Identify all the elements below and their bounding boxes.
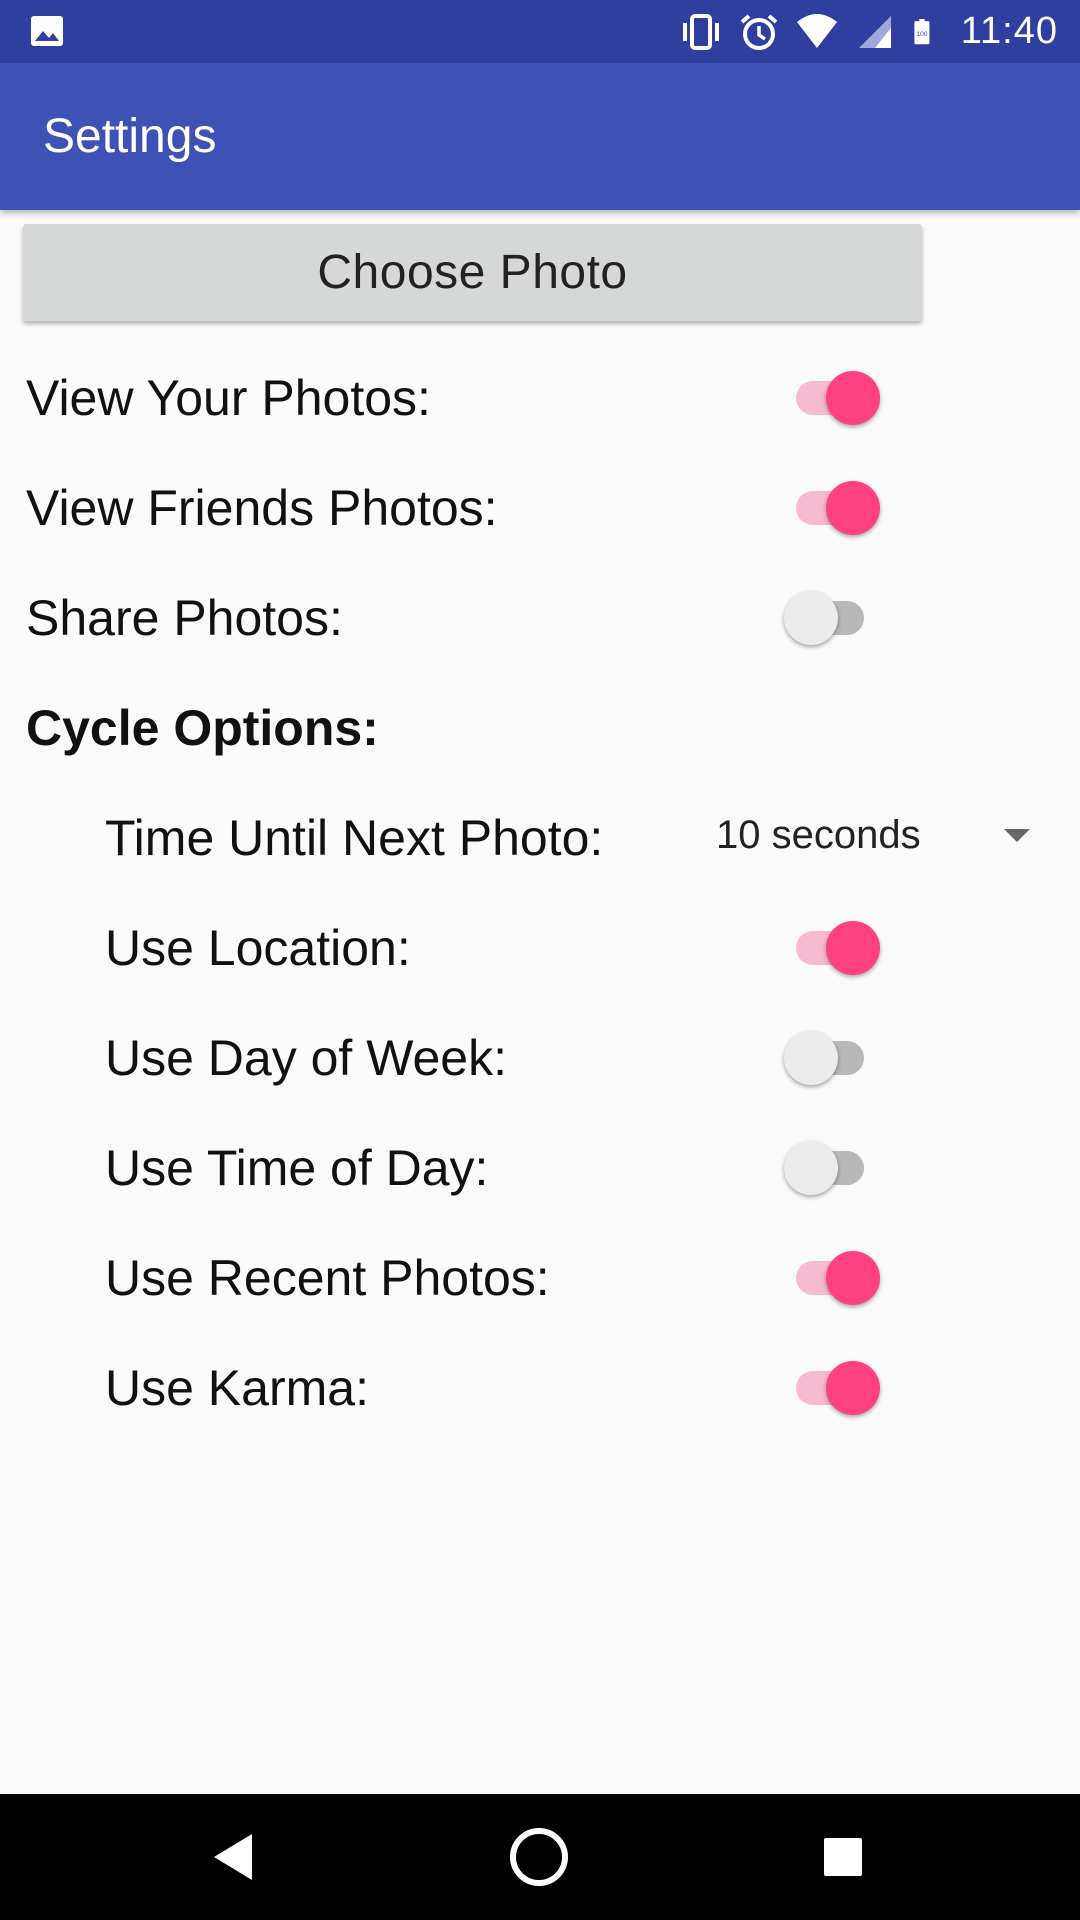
dropdown-value: 10 seconds <box>716 813 921 857</box>
use-recent-photos-switch[interactable] <box>780 1246 880 1306</box>
switch-thumb <box>784 1031 838 1085</box>
switch-thumb <box>826 371 880 425</box>
navigation-bar <box>0 1794 1080 1920</box>
switch-thumb <box>826 1361 880 1415</box>
home-icon[interactable] <box>504 1822 574 1892</box>
status-time: 11:40 <box>960 10 1058 52</box>
app-bar: Settings <box>0 63 1080 210</box>
use-day-of-week-switch[interactable] <box>780 1026 880 1086</box>
page-title: Settings <box>43 110 217 163</box>
share-photos-switch[interactable] <box>780 586 880 646</box>
time-until-next-photo-dropdown[interactable]: 10 seconds <box>700 800 1040 870</box>
signal-icon <box>858 15 891 48</box>
switch-thumb <box>826 481 880 535</box>
dropdown-arrow-icon <box>1004 829 1030 842</box>
svg-text:100: 100 <box>916 31 928 38</box>
back-icon[interactable] <box>200 1822 270 1892</box>
gallery-icon <box>31 16 63 46</box>
wifi-icon <box>796 13 837 48</box>
use-location-label: Use Location: <box>105 920 411 976</box>
settings-screen: 100 11:40 Settings Choose Photo View You… <box>0 0 1080 1920</box>
alarm-icon <box>740 13 778 50</box>
switch-thumb <box>826 1251 880 1305</box>
view-friends-photos-label: View Friends Photos: <box>26 480 498 536</box>
use-karma-switch[interactable] <box>780 1356 880 1416</box>
use-karma-label: Use Karma: <box>105 1360 369 1416</box>
view-your-photos-label: View Your Photos: <box>26 370 431 426</box>
battery-icon: 100 <box>914 18 930 44</box>
use-location-switch[interactable] <box>780 916 880 976</box>
choose-photo-button[interactable]: Choose Photo <box>23 224 922 321</box>
view-your-photos-switch[interactable] <box>780 366 880 426</box>
status-icons: 100 11:40 <box>679 0 1058 63</box>
use-recent-photos-label: Use Recent Photos: <box>105 1250 550 1306</box>
use-day-of-week-label: Use Day of Week: <box>105 1030 508 1086</box>
switch-thumb <box>784 1141 838 1195</box>
switch-thumb <box>826 921 880 975</box>
status-bar: 100 11:40 <box>0 0 1080 63</box>
share-photos-label: Share Photos: <box>26 590 343 646</box>
time-until-next-photo-label: Time Until Next Photo: <box>105 810 604 866</box>
use-time-of-day-switch[interactable] <box>780 1136 880 1196</box>
switch-thumb <box>784 591 838 645</box>
view-friends-photos-switch[interactable] <box>780 476 880 536</box>
recents-icon[interactable] <box>808 1822 878 1892</box>
cycle-options-heading: Cycle Options: <box>26 700 379 756</box>
vibrate-icon <box>682 13 719 50</box>
use-time-of-day-label: Use Time of Day: <box>105 1140 489 1196</box>
